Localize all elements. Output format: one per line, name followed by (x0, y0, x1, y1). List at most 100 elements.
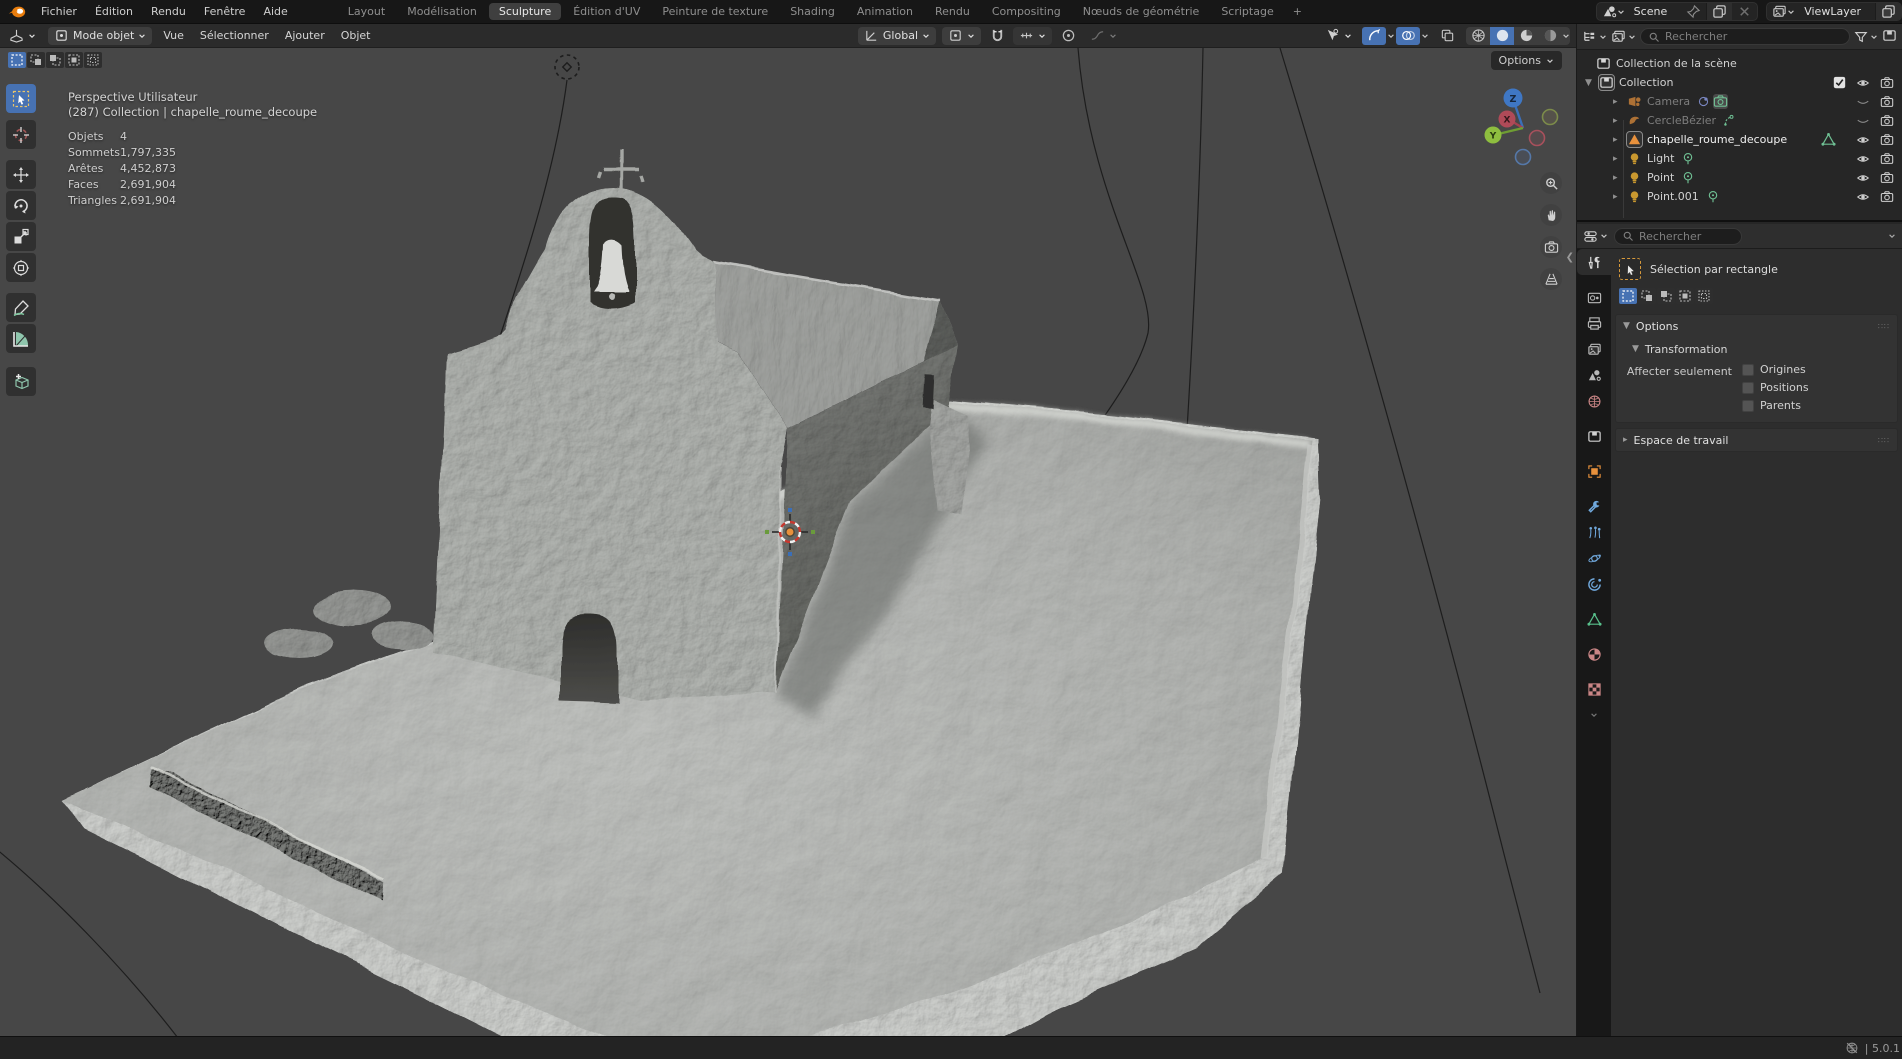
row-collection[interactable]: ▼ Collection (1577, 73, 1902, 92)
checkbox-parents[interactable]: Parents (1742, 399, 1809, 412)
checkbox-box[interactable] (1742, 364, 1754, 376)
object-visibility-dropdown[interactable] (1319, 27, 1358, 45)
tool-transform[interactable] (6, 253, 36, 282)
tab-texture[interactable] (1577, 676, 1611, 702)
expand-icon[interactable]: ▸ (1613, 135, 1627, 145)
tab-animation[interactable]: Animation (847, 3, 923, 20)
hide-eye-icon[interactable] (1856, 76, 1870, 90)
properties-type-button[interactable] (1583, 229, 1608, 244)
row-point[interactable]: ▸ Point (1577, 168, 1902, 187)
expand-icon[interactable]: ▸ (1613, 154, 1627, 164)
properties-options-icon[interactable] (1888, 232, 1896, 240)
mode-dropdown[interactable]: Mode objet (48, 27, 152, 45)
navigation-gizmo[interactable]: Z X Y (1481, 86, 1565, 170)
shading-rendered-button[interactable] (1538, 27, 1562, 45)
blender-logo-icon[interactable] (8, 5, 26, 19)
tab-uv-editing[interactable]: Édition d'UV (563, 3, 650, 20)
hide-eye-icon[interactable] (1856, 152, 1870, 166)
tab-particles[interactable] (1577, 519, 1611, 545)
row-cerclebezier[interactable]: ▸ CercleBézier (1577, 111, 1902, 130)
render-visibility-icon[interactable] (1880, 190, 1894, 204)
tab-rendering[interactable]: Rendu (925, 3, 980, 20)
tab-layout[interactable]: Layout (338, 3, 395, 20)
light-data-badge-icon[interactable] (1706, 190, 1720, 204)
shading-solid-button[interactable] (1490, 27, 1514, 45)
menu-edit[interactable]: Édition (86, 0, 142, 24)
tab-material[interactable] (1577, 641, 1611, 667)
snap-settings-dropdown[interactable] (1013, 27, 1052, 45)
gizmo-y-neg-ball[interactable] (1543, 110, 1558, 125)
tab-output[interactable] (1577, 310, 1611, 336)
light-data-badge-icon[interactable] (1681, 152, 1695, 166)
axis-handle-z[interactable] (788, 508, 792, 512)
select-mode-extend[interactable] (27, 52, 45, 68)
expand-icon[interactable]: ▸ (1613, 97, 1627, 107)
checkbox-origins[interactable]: Origines (1742, 363, 1809, 376)
outliner-display-mode-button[interactable] (1611, 29, 1636, 44)
tab-modifiers[interactable] (1577, 493, 1611, 519)
hide-eye-icon[interactable] (1856, 171, 1870, 185)
menu-add[interactable]: Ajouter (277, 29, 333, 42)
camera-data-badge-icon[interactable] (1713, 94, 1728, 109)
checkbox-box[interactable] (1742, 382, 1754, 394)
menu-render[interactable]: Rendu (142, 0, 195, 24)
gizmo-x-neg-ball[interactable] (1530, 131, 1545, 146)
region-collapse-arrow[interactable]: ❮ (1566, 252, 1574, 263)
render-visibility-icon[interactable] (1880, 114, 1894, 128)
tab-render[interactable] (1577, 284, 1611, 310)
properties-search-input[interactable]: Rechercher (1614, 228, 1742, 245)
tab-view-layer[interactable] (1577, 336, 1611, 362)
proportional-falloff-dropdown[interactable] (1084, 27, 1123, 45)
tab-object-data[interactable] (1577, 606, 1611, 632)
curve-data-badge-icon[interactable] (1723, 114, 1736, 127)
tab-tool[interactable] (1577, 249, 1611, 275)
axis-handle-z-neg[interactable] (788, 552, 792, 556)
panel-grip-icon[interactable]: ∷∷ (1878, 322, 1890, 331)
select-mode-subtract[interactable] (1657, 288, 1675, 304)
collection-checkbox[interactable] (1833, 76, 1846, 89)
tab-world[interactable] (1577, 388, 1611, 414)
workspace-panel-header[interactable]: ▸ Espace de travail ∷∷ (1616, 429, 1897, 451)
expand-icon[interactable]: ▸ (1613, 116, 1627, 126)
light-data-badge-icon[interactable] (1681, 171, 1695, 185)
constraint-badge-icon[interactable] (1697, 95, 1710, 108)
checkbox-locations[interactable]: Positions (1742, 381, 1809, 394)
transformation-subpanel-header[interactable]: ▼ Transformation (1624, 339, 1889, 359)
pivot-point-dropdown[interactable] (942, 27, 981, 45)
menu-object[interactable]: Objet (333, 29, 379, 42)
select-mode-new[interactable] (8, 52, 26, 68)
hide-eye-closed-icon[interactable] (1856, 95, 1870, 109)
menu-view[interactable]: Vue (155, 29, 192, 42)
select-mode-extend[interactable] (1638, 288, 1656, 304)
active-tool-icon[interactable] (1619, 258, 1641, 280)
hide-eye-icon[interactable] (1856, 190, 1870, 204)
panel-grip-icon[interactable]: ∷∷ (1878, 436, 1890, 445)
tab-sculpting[interactable]: Sculpture (489, 3, 561, 20)
options-panel-header[interactable]: ▼ Options ∷∷ (1616, 315, 1897, 337)
row-light[interactable]: ▸ Light (1577, 149, 1902, 168)
gizmo-z-neg-ball[interactable] (1516, 150, 1531, 165)
select-mode-subtract[interactable] (46, 52, 64, 68)
select-mode-invert[interactable] (1676, 288, 1694, 304)
select-mode-invert[interactable] (65, 52, 83, 68)
xray-toggle[interactable] (1435, 27, 1459, 45)
tabs-overflow-icon[interactable] (1590, 711, 1598, 719)
render-visibility-icon[interactable] (1880, 76, 1894, 90)
row-point-001[interactable]: ▸ Point.001 (1577, 187, 1902, 206)
axis-handle-y[interactable] (765, 530, 769, 534)
select-mode-new[interactable] (1619, 288, 1637, 304)
snap-toggle[interactable] (985, 27, 1009, 45)
show-gizmo-toggle[interactable] (1362, 27, 1386, 45)
tool-cursor[interactable] (6, 120, 36, 149)
shading-wireframe-button[interactable] (1466, 27, 1490, 45)
select-mode-intersect[interactable] (84, 52, 102, 68)
menu-window[interactable]: Fenêtre (195, 0, 255, 24)
checkbox-box[interactable] (1742, 400, 1754, 412)
new-collection-button[interactable] (1882, 28, 1897, 46)
expand-icon[interactable]: ▸ (1613, 192, 1627, 202)
zoom-button[interactable] (1540, 172, 1562, 194)
row-chapelle[interactable]: ▸ chapelle_roume_decoupe (1577, 130, 1902, 149)
tab-constraints[interactable] (1577, 571, 1611, 597)
mesh-data-badge-icon[interactable] (1821, 132, 1836, 147)
tab-scripting[interactable]: Scriptage (1211, 3, 1283, 20)
